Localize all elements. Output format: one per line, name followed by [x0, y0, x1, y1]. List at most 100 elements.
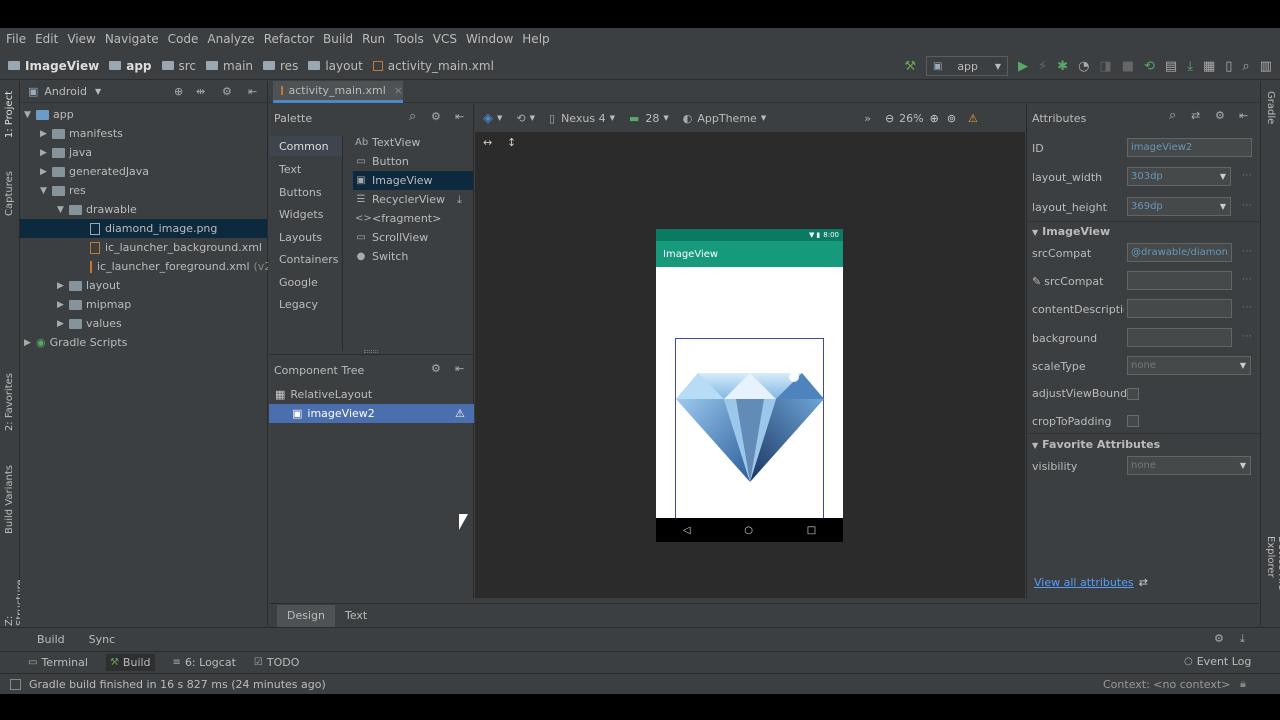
srccompat-tools-field[interactable] [1127, 271, 1232, 290]
zoom-out-icon[interactable]: ⊖ [885, 112, 894, 125]
event-log-tool-button[interactable]: ○ Event Log [1184, 655, 1251, 668]
tree-item-drawable[interactable]: ▼ drawable [57, 200, 137, 219]
favorite-attributes-section-header[interactable]: ▼ Favorite Attributes [1032, 438, 1160, 451]
avd-manager-icon[interactable]: ▤ [1165, 59, 1177, 74]
breadcrumb-res[interactable]: res [263, 59, 298, 73]
build-tool-button[interactable]: ⚒ Build [105, 654, 155, 671]
theme-dropdown[interactable]: AppTheme [697, 112, 756, 125]
view-all-attributes-link[interactable]: View all attributes ⇄ [1034, 576, 1148, 589]
breadcrumb-project[interactable]: ImageView [8, 59, 99, 73]
sdk-manager-icon[interactable]: ⤓ [1187, 59, 1193, 74]
run-config-dropdown[interactable]: ▣ app ▼ [926, 56, 1009, 76]
stop-icon[interactable]: ■ [1122, 59, 1134, 74]
palette-category-widgets[interactable]: Widgets [279, 208, 323, 221]
search-icon[interactable]: ⌕ [1242, 59, 1249, 74]
favorites-tool-button[interactable]: 2: Favorites [4, 373, 15, 431]
orientation-icon[interactable]: ⟲ [516, 112, 525, 125]
warning-icon[interactable]: ⚠ [455, 407, 465, 420]
expand-horizontal-icon[interactable]: ↔ [483, 136, 492, 149]
search-icon[interactable]: ⌕ [1169, 108, 1176, 123]
tree-item-diamond-image[interactable]: diamond_image.png [20, 219, 267, 238]
breadcrumb-src[interactable]: src [161, 59, 196, 73]
hide-icon[interactable]: ⇤ [455, 362, 464, 375]
imageview-section-header[interactable]: ▼ ImageView [1032, 225, 1110, 238]
run-icon[interactable]: ▶ [1018, 59, 1028, 74]
debug-icon[interactable]: ✱ [1057, 59, 1068, 74]
gradle-tool-button[interactable]: Gradle [1265, 91, 1276, 124]
expand-vertical-icon[interactable]: ↕ [507, 136, 516, 149]
menu-vcs[interactable]: VCS [433, 32, 457, 46]
download-icon[interactable]: ⤓ [457, 193, 462, 207]
tab-activity-main[interactable]: activity_main.xml × [273, 81, 403, 103]
palette-category-layouts[interactable]: Layouts [279, 231, 322, 244]
make-project-icon[interactable]: ⚒ [904, 59, 916, 74]
breadcrumb-app[interactable]: app [109, 59, 152, 73]
tab-sync[interactable]: Sync [89, 633, 116, 646]
tree-item-app[interactable]: ▼ app [24, 105, 74, 124]
palette-category-text[interactable]: Text [279, 163, 301, 176]
gear-icon[interactable]: ⚙ [1215, 109, 1225, 122]
tree-item-res[interactable]: ▼ res [40, 181, 86, 200]
device-dropdown[interactable]: Nexus 4 [561, 112, 606, 125]
lock-icon[interactable]: 🔒︎ [1240, 677, 1246, 691]
zoom-in-icon[interactable]: ⊕ [930, 112, 939, 125]
contentdescription-field[interactable] [1127, 299, 1232, 318]
swap-icon[interactable]: ⇄ [1191, 109, 1200, 122]
menu-code[interactable]: Code [168, 32, 199, 46]
more-icon[interactable]: ⋯ [1242, 302, 1252, 313]
captures-tool-button[interactable]: Captures [4, 171, 15, 216]
background-field[interactable] [1127, 328, 1232, 347]
palette-category-google[interactable]: Google [279, 276, 318, 289]
palette-category-common-label[interactable]: Common [279, 140, 329, 153]
search-icon[interactable]: ⌕ [409, 109, 416, 124]
menu-run[interactable]: Run [362, 32, 385, 46]
menu-help[interactable]: Help [522, 32, 549, 46]
tree-item-ic-launcher-foreground[interactable]: ic_launcher_foreground.xml(v24 [90, 257, 268, 276]
tree-item-layout[interactable]: ▶ layout [57, 276, 120, 295]
hide-icon[interactable]: ⇤ [1239, 109, 1248, 122]
device-preview[interactable]: ▼ ▮ 8:00 ImageView ◁ ○ □ [656, 229, 843, 542]
tree-item-values[interactable]: ▶ values [57, 314, 122, 333]
api-dropdown[interactable]: 28 [645, 112, 659, 125]
gear-icon[interactable]: ⚙ [431, 110, 441, 123]
chevron-down-icon[interactable]: ▼ [95, 87, 101, 96]
palette-item-button[interactable]: ▭ Button [353, 152, 473, 171]
terminal-tool-button[interactable]: ▭ Terminal [28, 656, 88, 669]
palette-item-recyclerview[interactable]: ☰ RecyclerView ⤓ [353, 190, 473, 209]
menu-analyze[interactable]: Analyze [207, 32, 254, 46]
hide-icon[interactable]: ⇤ [248, 85, 257, 98]
visibility-dropdown[interactable]: none ▼ [1127, 456, 1251, 475]
menu-build[interactable]: Build [323, 32, 353, 46]
sync-icon[interactable]: ⊕ [174, 85, 183, 98]
breadcrumb-main[interactable]: main [206, 59, 253, 73]
more-icon[interactable]: ⋯ [1242, 246, 1252, 257]
warning-icon[interactable]: ⚠ [968, 112, 978, 125]
tab-design[interactable]: Design [277, 604, 335, 627]
menu-window[interactable]: Window [466, 32, 513, 46]
palette-category-legacy[interactable]: Legacy [279, 298, 318, 311]
tree-item-mipmap[interactable]: ▶ mipmap [57, 295, 131, 314]
breadcrumb-file[interactable]: activity_main.xml [372, 59, 494, 73]
gear-icon[interactable]: ⚙ [1214, 632, 1224, 645]
device-file-explorer-tool-button[interactable]: Device File Explorer [1265, 536, 1280, 626]
splitter-handle[interactable] [364, 350, 378, 353]
id-field[interactable]: imageView2 [1127, 138, 1252, 157]
tree-item-java[interactable]: ▶ java [40, 143, 92, 162]
todo-tool-button[interactable]: ☑ TODO [254, 656, 299, 669]
theme-icon[interactable]: ◐ [683, 112, 693, 125]
sidebar-toggle-icon[interactable]: ▥ [1260, 59, 1272, 74]
more-icon[interactable]: ⋯ [1242, 200, 1252, 211]
project-view-dropdown[interactable]: Android [44, 85, 87, 98]
more-icon[interactable]: ⋯ [1242, 331, 1252, 342]
layers-icon[interactable]: ◈ [483, 111, 493, 126]
toggle-tool-windows-icon[interactable] [10, 678, 21, 690]
palette-item-imageview[interactable]: ▣ ImageView [353, 171, 473, 190]
menu-file[interactable]: File [6, 32, 26, 46]
android-icon[interactable]: ▬ [629, 112, 639, 125]
context-indicator[interactable]: Context: <no context> [1103, 678, 1230, 691]
layout-width-field[interactable]: 303dp ▼ [1127, 167, 1231, 186]
gear-icon[interactable]: ⚙ [222, 85, 232, 98]
palette-category-containers[interactable]: Containers [279, 253, 339, 266]
device-icon[interactable]: ▯ [549, 112, 555, 125]
menu-refactor[interactable]: Refactor [264, 32, 314, 46]
